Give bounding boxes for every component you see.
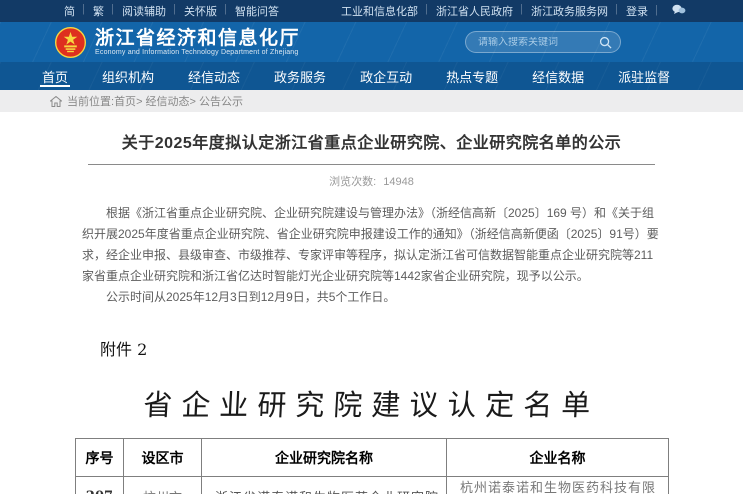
site-brand: 浙江省经济和信息化厅 Economy and Information Techn… (95, 29, 300, 56)
primary-nav: 首页 组织机构 经信动态 政务服务 政企互动 热点专题 经信数据 派驻监督 (0, 62, 743, 90)
nav-item-services[interactable]: 政务服务 (272, 62, 328, 90)
chat-bubbles-icon[interactable] (657, 4, 695, 18)
care-version-link[interactable]: 关怀版 (175, 3, 226, 19)
home-icon (50, 96, 62, 107)
nav-item-home[interactable]: 首页 (40, 62, 70, 90)
lang-simplified-link[interactable]: 简 (55, 3, 84, 19)
article: 关于2025年度拟认定浙江省重点企业研究院、企业研究院名单的公示 浏览次数: 1… (0, 112, 743, 494)
lang-traditional-link[interactable]: 繁 (84, 3, 113, 19)
smart-qa-link[interactable]: 智能问答 (226, 3, 288, 19)
view-count: 浏览次数: 14948 (0, 173, 743, 189)
nav-item-data[interactable]: 经信数据 (530, 62, 586, 90)
site-header: 浙江省经济和信息化厅 Economy and Information Techn… (0, 22, 743, 62)
article-title: 关于2025年度拟认定浙江省重点企业研究院、企业研究院名单的公示 (0, 129, 743, 153)
nav-item-supervision[interactable]: 派驻监督 (616, 62, 672, 90)
site-title: 浙江省经济和信息化厅 (95, 29, 300, 49)
breadcrumb: 当前位置: 首页 经信动态 公告公示 (0, 90, 743, 112)
topbar-left-links: 简 繁 阅读辅助 关怀版 智能问答 (55, 3, 288, 19)
article-body: 根据《浙江省重点企业研究院、企业研究院建设与管理办法》（浙经信高新〔2025〕1… (82, 203, 661, 308)
reading-aid-link[interactable]: 阅读辅助 (113, 3, 175, 19)
cell-institute: 浙江省诺泰诺和生物医药企业研究院 (202, 477, 447, 494)
top-utility-bar: 简 繁 阅读辅助 关怀版 智能问答 工业和信息化部 浙江省人民政府 浙江政务服务… (0, 0, 743, 22)
roster-table: 序号 设区市 企业研究院名称 企业名称 207 杭州市 浙江省诺泰诺和生物医药企… (75, 438, 669, 494)
col-header-institute: 企业研究院名称 (202, 439, 447, 477)
cell-index: 207 (76, 477, 124, 494)
breadcrumb-news[interactable]: 经信动态 (136, 93, 189, 109)
nav-item-topics[interactable]: 热点专题 (444, 62, 500, 90)
search-icon[interactable] (599, 36, 612, 49)
breadcrumb-announcements[interactable]: 公告公示 (190, 93, 243, 109)
attachment-label: 附件 2 (100, 336, 743, 360)
nav-item-interaction[interactable]: 政企互动 (358, 62, 414, 90)
breadcrumb-home[interactable]: 首页 (114, 93, 136, 109)
nav-item-news[interactable]: 经信动态 (186, 62, 242, 90)
table-row: 207 杭州市 浙江省诺泰诺和生物医药企业研究院 杭州诺泰诺和生物医药科技有限公… (76, 477, 669, 494)
roster-title: 省企业研究院建议认定名单 (0, 382, 743, 424)
title-divider (88, 164, 655, 165)
topbar-right-links: 工业和信息化部 浙江省人民政府 浙江政务服务网 登录 (332, 3, 695, 19)
nav-item-organization[interactable]: 组织机构 (100, 62, 156, 90)
view-count-label: 浏览次数: (329, 176, 376, 188)
article-paragraph: 公示时间从2025年12月3日到12月9日，共5个工作日。 (82, 287, 661, 308)
col-header-index: 序号 (76, 439, 124, 477)
national-emblem-logo (55, 27, 86, 58)
breadcrumb-prefix: 当前位置: (67, 93, 114, 109)
site-subtitle-en: Economy and Information Technology Depar… (95, 49, 300, 56)
cell-city: 杭州市 (124, 477, 202, 494)
zhejiang-gov-link[interactable]: 浙江省人民政府 (427, 3, 522, 19)
col-header-company: 企业名称 (447, 439, 669, 477)
col-header-city: 设区市 (124, 439, 202, 477)
view-count-value: 14948 (383, 176, 414, 188)
article-paragraph: 根据《浙江省重点企业研究院、企业研究院建设与管理办法》（浙经信高新〔2025〕1… (82, 203, 661, 287)
cell-company: 杭州诺泰诺和生物医药科技有限公司 (447, 477, 669, 494)
zhejiang-service-link[interactable]: 浙江政务服务网 (522, 3, 617, 19)
login-link[interactable]: 登录 (617, 3, 657, 19)
site-search (465, 31, 621, 53)
table-header-row: 序号 设区市 企业研究院名称 企业名称 (76, 439, 669, 477)
search-input[interactable] (478, 37, 599, 48)
miit-link[interactable]: 工业和信息化部 (332, 3, 427, 19)
